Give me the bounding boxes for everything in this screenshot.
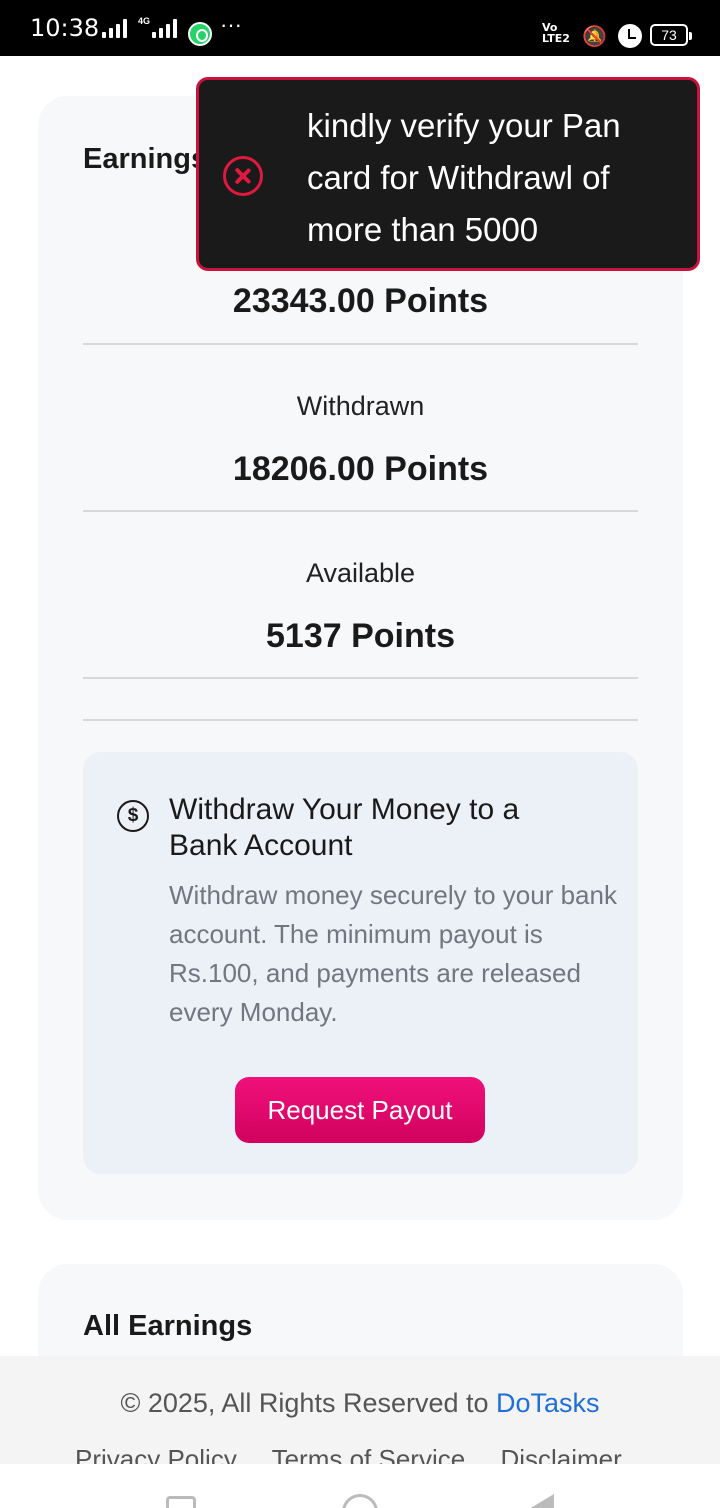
withdrawn-label: Withdrawn	[296, 391, 425, 421]
whatsapp-icon	[188, 22, 212, 46]
available-value: 5137 Points	[266, 617, 455, 655]
error-toast[interactable]: kindly verify your Pan card for Withdraw…	[196, 77, 700, 271]
back-button[interactable]	[524, 1494, 554, 1508]
brand-link[interactable]: DoTasks	[496, 1388, 600, 1418]
error-circle-icon	[223, 156, 263, 196]
withdraw-description: Withdraw money securely to your bank acc…	[169, 880, 617, 1027]
dollar-circle-icon: $	[117, 800, 149, 832]
battery-icon: 73	[650, 24, 692, 46]
footer-links: Privacy Policy Terms of Service Disclaim…	[75, 1444, 650, 1464]
net-earnings-value: 23343.00 Points	[232, 282, 489, 320]
withdrawn-value: 18206.00 Points	[232, 450, 489, 488]
divider	[83, 510, 638, 512]
system-nav-bar	[0, 1464, 720, 1508]
privacy-policy-link[interactable]: Privacy Policy	[75, 1444, 237, 1464]
signal-2-icon	[152, 18, 177, 38]
alarm-icon	[618, 24, 642, 48]
signal-icon	[102, 18, 127, 38]
disclaimer-link[interactable]: Disclaimer	[500, 1444, 621, 1464]
copyright: © 2025, All Rights Reserved to DoTasks	[0, 1388, 720, 1419]
status-bar: 10:38 4G ··· Vo LTE2 🔕 73	[0, 0, 720, 56]
network-type-label: 4G	[138, 16, 151, 26]
divider	[83, 677, 638, 679]
status-time: 10:38	[30, 14, 100, 42]
all-earnings-title: All Earnings	[83, 1310, 253, 1342]
withdraw-info-box: $ Withdraw Your Money to a Bank Account …	[83, 752, 638, 1174]
home-button[interactable]	[342, 1494, 378, 1508]
available-label: Available	[305, 558, 416, 588]
terms-of-service-link[interactable]: Terms of Service	[272, 1444, 466, 1464]
earnings-title: Earnings	[83, 143, 208, 175]
recent-apps-button[interactable]	[166, 1496, 196, 1508]
copyright-text: © 2025, All Rights Reserved to	[120, 1388, 497, 1418]
toast-message: kindly verify your Pan card for Withdraw…	[307, 107, 621, 248]
divider	[83, 343, 638, 345]
divider	[83, 719, 638, 721]
more-notifications-icon: ···	[220, 12, 242, 37]
request-payout-button[interactable]: Request Payout	[235, 1077, 485, 1143]
withdraw-title: Withdraw Your Money to a Bank Account	[169, 793, 520, 862]
bell-muted-icon: 🔕	[582, 26, 607, 48]
volte-label: Vo LTE2	[542, 21, 570, 45]
footer: © 2025, All Rights Reserved to DoTasks P…	[0, 1356, 720, 1464]
